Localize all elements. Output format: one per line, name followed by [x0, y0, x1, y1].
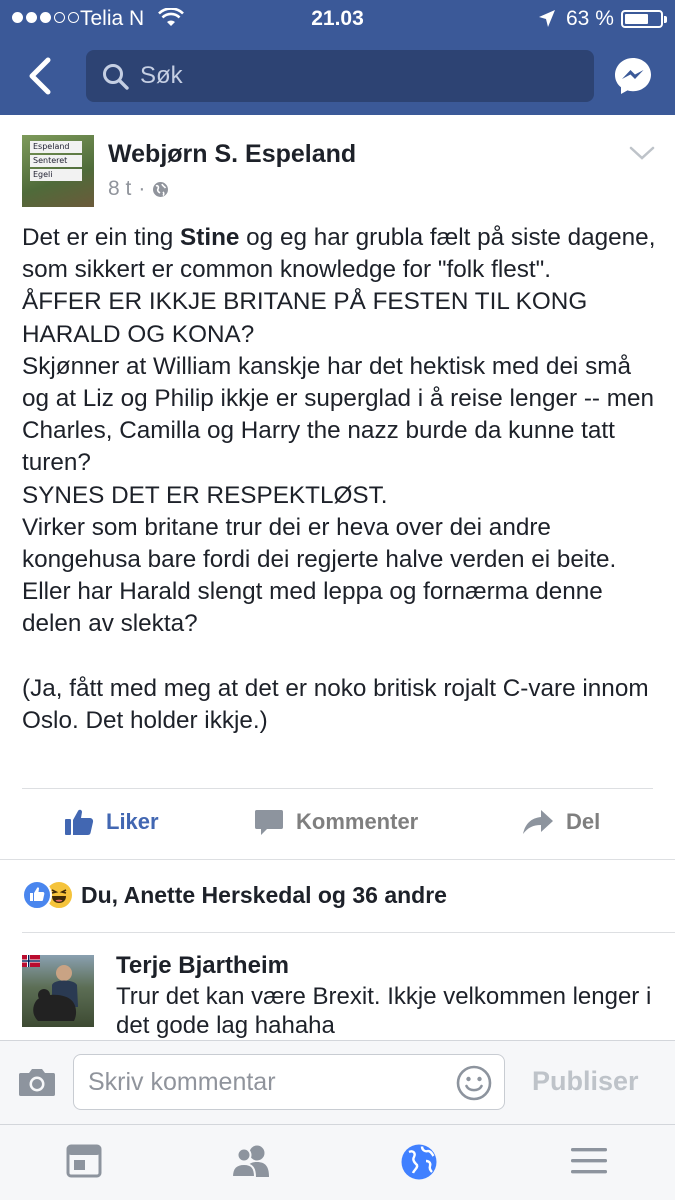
reactions-text[interactable]: Du, Anette Herskedal og 36 andre: [81, 882, 447, 909]
news-feed-icon[interactable]: [66, 1143, 102, 1179]
bottom-tab-bar: [0, 1124, 675, 1200]
avatar-road-sign: Espeland Senteret Egeli: [30, 141, 82, 181]
reactions-summary[interactable]: Du, Anette Herskedal og 36 andre: [22, 880, 447, 910]
menu-icon[interactable]: [570, 1143, 608, 1179]
like-reaction-icon: [22, 880, 52, 910]
messenger-icon[interactable]: [613, 56, 653, 96]
thumbs-up-icon: [65, 809, 94, 835]
comment-input[interactable]: Skriv kommentar: [73, 1054, 505, 1110]
divider: [0, 859, 675, 860]
comment-composer: Skriv kommentar Publiser: [0, 1040, 675, 1124]
like-button[interactable]: Liker: [64, 808, 159, 836]
divider: [22, 932, 675, 933]
post-meta: 8 t ·: [108, 177, 169, 201]
share-button[interactable]: Del: [522, 808, 600, 836]
share-label: Del: [566, 809, 601, 834]
globe-icon[interactable]: [400, 1143, 438, 1181]
friends-icon[interactable]: [230, 1143, 272, 1179]
comment-bubble-icon: [255, 810, 283, 835]
search-input[interactable]: Søk: [86, 50, 594, 102]
author-avatar[interactable]: Espeland Senteret Egeli: [22, 135, 94, 207]
comment-placeholder: Skriv kommentar: [88, 1068, 276, 1096]
post-author-name[interactable]: Webjørn S. Espeland: [108, 140, 356, 169]
battery-icon: [621, 10, 667, 28]
camera-icon[interactable]: [18, 1067, 56, 1097]
post-paragraph: Det er ein ting Stine og eg har grubla f…: [22, 224, 656, 284]
comment-text: Trur det kan være Brexit. Ikkje velkomme…: [116, 983, 652, 1039]
divider: [22, 788, 653, 789]
back-arrow-icon[interactable]: [24, 56, 58, 96]
search-placeholder: Søk: [140, 62, 183, 89]
public-globe-icon: [153, 181, 169, 197]
battery-percentage: 63 %: [566, 7, 614, 30]
post-body: Det er ein ting Stine og eg har grubla f…: [22, 222, 662, 737]
commenter-avatar[interactable]: [22, 955, 94, 1027]
post-paragraph: ÅFFER ER IKKJE BRITANE PÅ FESTEN TIL KON…: [22, 288, 588, 348]
post-paragraph: Skjønner at William kanskje har det hekt…: [22, 352, 655, 477]
post-paragraph: SYNES DET ER RESPEKTLØST.: [22, 481, 388, 509]
chevron-down-icon[interactable]: [628, 145, 656, 161]
comment-label: Kommenter: [296, 809, 419, 834]
post-paragraph: Virker som britane trur dei er heva over…: [22, 513, 617, 638]
publish-button[interactable]: Publiser: [532, 1066, 639, 1097]
mentioned-user[interactable]: Stine: [180, 224, 239, 251]
search-icon: [103, 64, 129, 90]
location-arrow-icon: [539, 10, 555, 27]
meta-separator: ·: [138, 177, 146, 200]
status-bar: Telia N 21.03 63 %: [0, 0, 675, 38]
share-arrow-icon: [523, 810, 553, 834]
top-bar: Telia N 21.03 63 % Søk: [0, 0, 675, 115]
comment-button[interactable]: Kommenter: [254, 808, 418, 836]
post-time[interactable]: 8 t: [108, 177, 131, 201]
emoji-smiley-icon[interactable]: [456, 1065, 492, 1101]
commenter-name[interactable]: Terje Bjartheim: [116, 952, 289, 980]
post-action-bar: Liker Kommenter Del: [0, 800, 675, 850]
post-paragraph: (Ja, fått med meg at det er noko britisk…: [22, 674, 649, 734]
like-label: Liker: [106, 809, 159, 834]
